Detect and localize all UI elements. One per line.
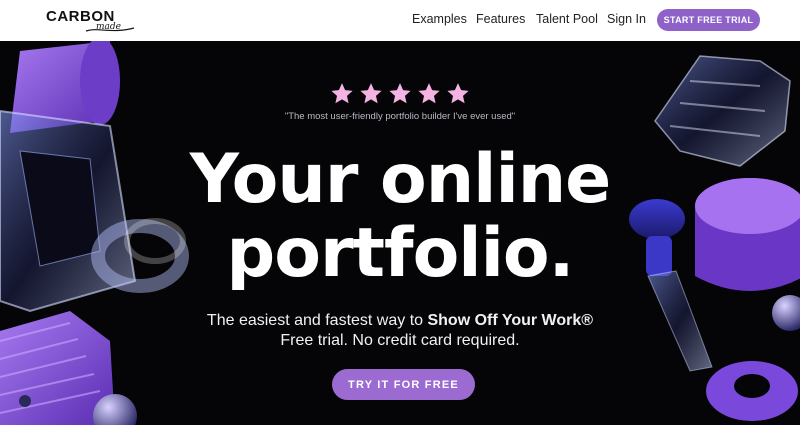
testimonial-quote: "The most user-friendly portfolio builde… [284,111,516,122]
hero-trial-note: Free trial. No credit card required. [280,332,520,349]
nav-link-examples[interactable]: Examples [412,12,467,26]
star-icon [360,83,382,104]
nav-link-talent-pool[interactable]: Talent Pool [536,12,598,26]
rating-stars [0,81,800,107]
headline-line-1: Your online [189,140,612,219]
carbonmade-logo[interactable]: CARBON made [46,8,138,36]
nav-link-features[interactable]: Features [476,12,525,26]
try-it-for-free-button[interactable]: TRY IT FOR FREE [332,369,475,400]
nav-link-sign-in[interactable]: Sign In [607,12,646,26]
hero-subtitle: The easiest and fastest way to Show Off … [0,312,800,330]
headline-line-2: portfolio. [226,214,575,293]
star-icon [389,83,411,104]
hero-headline: Your online portfolio. [0,143,800,291]
start-free-trial-button[interactable]: START FREE TRIAL [657,9,760,31]
star-icon [418,83,440,104]
top-navigation-bar: CARBON made Examples Features Talent Poo… [0,0,800,41]
subtitle-emphasis: Show Off Your Work® [427,312,594,329]
logo-subtext: made [96,22,121,32]
subtitle-text: The easiest and fastest way to [206,312,428,329]
star-icon [331,83,353,104]
star-icon [447,83,469,104]
hero-section: "The most user-friendly portfolio builde… [0,41,800,425]
